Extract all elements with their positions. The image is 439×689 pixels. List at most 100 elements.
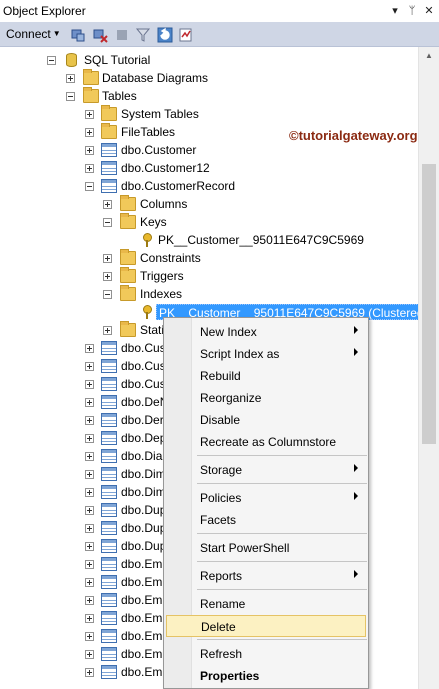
menu-item-reorganize[interactable]: Reorganize — [166, 387, 366, 409]
tree-scrollbar[interactable]: ▲ — [418, 47, 439, 689]
expand-icon[interactable] — [85, 416, 94, 425]
scrollbar-thumb[interactable] — [422, 164, 436, 444]
expand-icon[interactable] — [85, 362, 94, 371]
menu-item-script-index-as[interactable]: Script Index as — [166, 343, 366, 365]
menu-item-new-index[interactable]: New Index — [166, 321, 366, 343]
disconnect-icon[interactable] — [92, 27, 108, 43]
connect-dropdown-icon[interactable]: ▼ — [53, 29, 61, 38]
expand-icon[interactable] — [85, 524, 94, 533]
menu-item-rebuild[interactable]: Rebuild — [166, 365, 366, 387]
menu-item-reports[interactable]: Reports — [166, 565, 366, 587]
expand-icon[interactable] — [85, 578, 94, 587]
folder-icon — [120, 195, 136, 211]
tree-node-label: dbo.Dup — [121, 539, 167, 553]
index-key-icon — [142, 305, 152, 319]
table-icon — [101, 665, 117, 679]
expand-icon[interactable] — [85, 614, 94, 623]
tree-node-indexes[interactable]: Indexes — [0, 285, 418, 303]
expand-icon[interactable] — [85, 164, 94, 173]
collapse-icon[interactable] — [85, 182, 94, 191]
expand-icon[interactable] — [85, 632, 94, 641]
database-icon — [66, 53, 77, 67]
refresh-icon[interactable] — [157, 27, 173, 43]
menu-item-policies[interactable]: Policies — [166, 487, 366, 509]
window-position-dropdown-icon[interactable]: ▾ — [388, 3, 402, 19]
menu-item-label: Start PowerShell — [200, 541, 290, 555]
expand-icon[interactable] — [85, 434, 94, 443]
menu-item-disable[interactable]: Disable — [166, 409, 366, 431]
context-menu: New Index Script Index as Rebuild Reorga… — [163, 317, 369, 689]
expand-icon[interactable] — [103, 326, 112, 335]
tree-node-table[interactable]: dbo.Customer — [0, 141, 418, 159]
tree-node-label: dbo.Em — [121, 665, 163, 679]
menu-item-start-powershell[interactable]: Start PowerShell — [166, 537, 366, 559]
key-icon — [142, 233, 152, 247]
expand-icon[interactable] — [85, 470, 94, 479]
collapse-icon[interactable] — [66, 92, 75, 101]
tree-node-primary-key[interactable]: PK__Customer__95011E647C9C5969 — [0, 231, 418, 249]
menu-item-label: Reorganize — [200, 391, 262, 405]
menu-item-recreate-columnstore[interactable]: Recreate as Columnstore — [166, 431, 366, 453]
expand-icon[interactable] — [85, 506, 94, 515]
tree-node-keys[interactable]: Keys — [0, 213, 418, 231]
expand-icon[interactable] — [85, 380, 94, 389]
auto-hide-pushpin-icon[interactable]: ᛘ — [405, 3, 419, 19]
submenu-arrow-icon — [354, 326, 358, 334]
collapse-icon[interactable] — [47, 56, 56, 65]
tree-node-table[interactable]: dbo.CustomerRecord — [0, 177, 418, 195]
connect-object-explorer-icon[interactable] — [70, 27, 86, 43]
collapse-icon[interactable] — [103, 290, 112, 299]
expand-icon[interactable] — [85, 146, 94, 155]
expand-icon[interactable] — [85, 110, 94, 119]
tree-node-label: dbo.Customer12 — [121, 161, 210, 175]
tree-node-triggers[interactable]: Triggers — [0, 267, 418, 285]
tree-node-columns[interactable]: Columns — [0, 195, 418, 213]
tree-node-constraints[interactable]: Constraints — [0, 249, 418, 267]
menu-item-label: Reports — [200, 569, 243, 583]
menu-item-delete[interactable]: Delete — [166, 615, 366, 637]
menu-item-facets[interactable]: Facets — [166, 509, 366, 531]
connect-button[interactable]: Connect ▼ — [6, 27, 61, 41]
expand-icon[interactable] — [85, 542, 94, 551]
expand-icon[interactable] — [85, 398, 94, 407]
expand-icon[interactable] — [85, 344, 94, 353]
tree-node-label: Indexes — [140, 287, 183, 301]
tree-node-system-tables[interactable]: System Tables — [0, 105, 418, 123]
tree-node-label: FileTables — [121, 125, 176, 139]
table-icon — [101, 539, 117, 553]
scroll-up-icon[interactable]: ▲ — [419, 47, 439, 64]
menu-item-storage[interactable]: Storage — [166, 459, 366, 481]
expand-icon[interactable] — [85, 596, 94, 605]
expand-icon[interactable] — [85, 650, 94, 659]
expand-icon[interactable] — [85, 560, 94, 569]
expand-icon[interactable] — [66, 74, 75, 83]
tree-node-server[interactable]: SQL Tutorial — [0, 51, 418, 69]
table-icon — [101, 341, 117, 355]
activity-monitor-icon[interactable] — [178, 27, 194, 43]
tree-node-tables[interactable]: Tables — [0, 87, 418, 105]
stop-icon[interactable] — [114, 27, 130, 43]
collapse-icon[interactable] — [103, 218, 112, 227]
expand-icon[interactable] — [103, 272, 112, 281]
menu-separator — [197, 639, 367, 640]
menu-item-properties[interactable]: Properties — [166, 665, 366, 687]
tree-node-label: dbo.Dup — [121, 503, 167, 517]
menu-item-rename[interactable]: Rename — [166, 593, 366, 615]
expand-icon[interactable] — [85, 452, 94, 461]
table-icon — [101, 557, 117, 571]
expand-icon[interactable] — [85, 668, 94, 677]
tree-node-label: dbo.DeN — [121, 395, 169, 409]
filter-icon[interactable] — [135, 27, 151, 43]
tree-node-database-diagrams[interactable]: Database Diagrams — [0, 69, 418, 87]
expand-icon[interactable] — [103, 200, 112, 209]
tree-node-table[interactable]: dbo.Customer12 — [0, 159, 418, 177]
table-icon — [101, 161, 117, 175]
expand-icon[interactable] — [85, 488, 94, 497]
menu-item-refresh[interactable]: Refresh — [166, 643, 366, 665]
tree-node-label: dbo.CustomerRecord — [121, 179, 236, 193]
expand-icon[interactable] — [103, 254, 112, 263]
expand-icon[interactable] — [85, 128, 94, 137]
tree-node-label: dbo.Cus — [121, 359, 166, 373]
close-icon[interactable]: ✕ — [422, 3, 436, 19]
folder-icon — [120, 321, 136, 337]
